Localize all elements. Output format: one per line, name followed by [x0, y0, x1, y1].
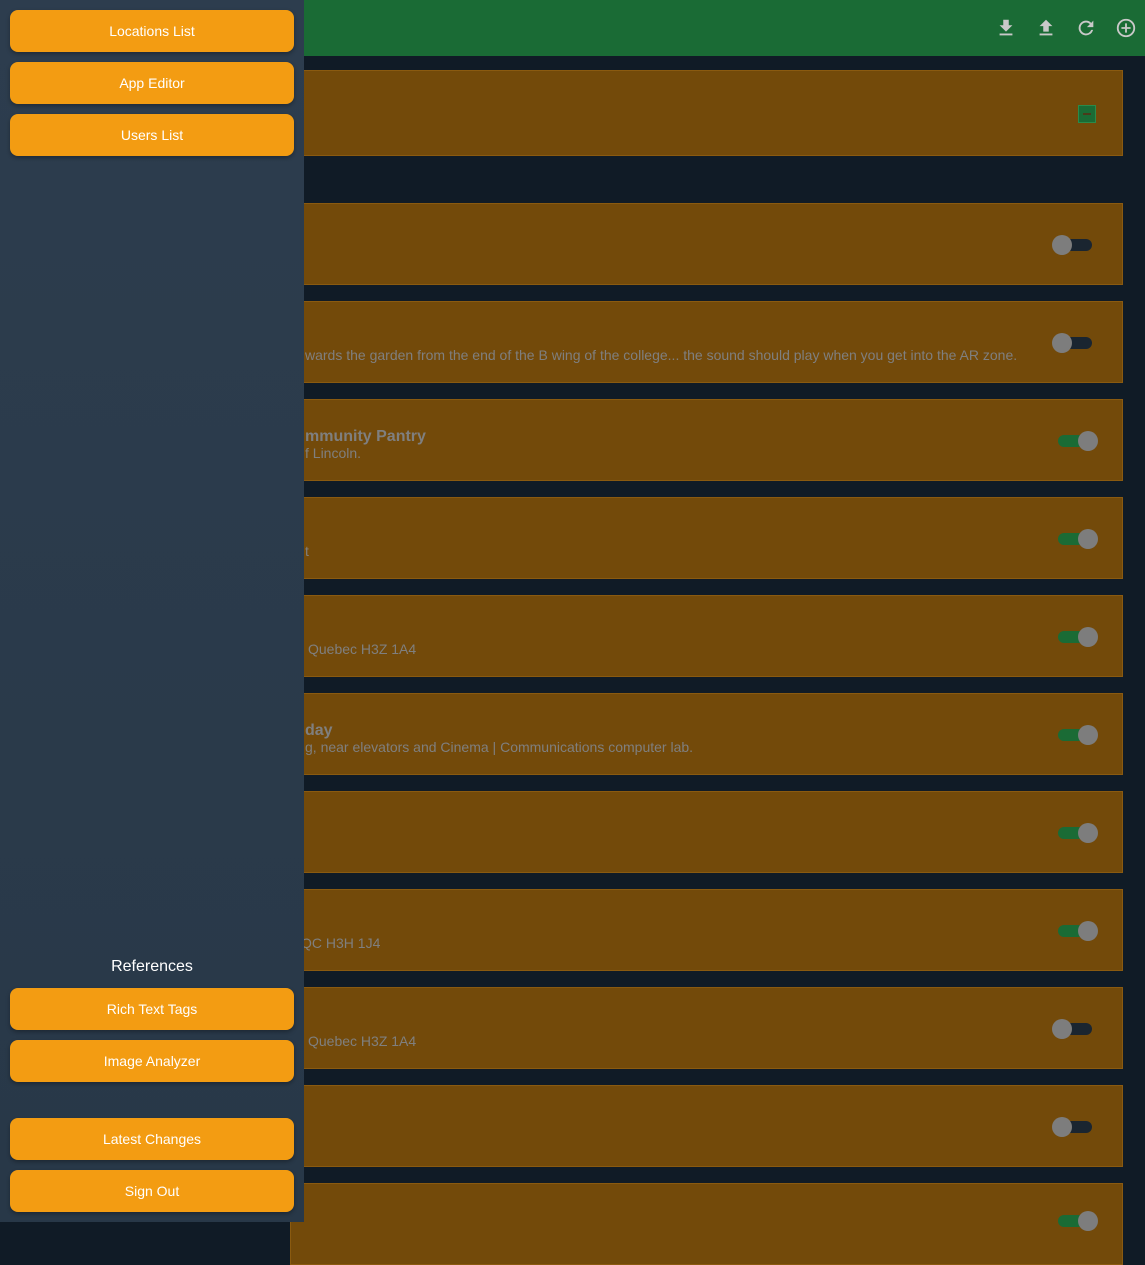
toggle-knob [1052, 235, 1072, 255]
list-item[interactable]: t [290, 497, 1123, 579]
latest-changes-button[interactable]: Latest Changes [10, 1118, 294, 1160]
enabled-toggle[interactable] [1058, 627, 1098, 647]
image-analyzer-button[interactable]: Image Analyzer [10, 1040, 294, 1082]
toggle-knob [1052, 1117, 1072, 1137]
toggle-knob [1078, 1211, 1098, 1231]
item-subtitle: Quebec H3Z 1A4 [308, 641, 417, 657]
list-item[interactable]: wards the garden from the end of the B w… [290, 301, 1123, 383]
item-title: day [305, 722, 333, 739]
enabled-toggle[interactable] [1058, 431, 1098, 451]
item-title: mmunity Pantry [305, 428, 426, 445]
users-list-button[interactable]: Users List [10, 114, 294, 156]
list-item[interactable]: Quebec H3Z 1A4 [290, 987, 1123, 1069]
item-subtitle: wards the garden from the end of the B w… [305, 347, 1018, 363]
toggle-knob [1078, 823, 1098, 843]
list-item[interactable] [290, 203, 1123, 285]
collapse-button[interactable] [1078, 105, 1096, 123]
toggle-knob [1078, 529, 1098, 549]
toggle-knob [1078, 627, 1098, 647]
rich-text-tags-button[interactable]: Rich Text Tags [10, 988, 294, 1030]
item-subtitle: t [305, 543, 309, 559]
navigation-drawer: Locations List App Editor Users List Ref… [0, 0, 304, 1222]
enabled-toggle[interactable] [1058, 725, 1098, 745]
list-item[interactable]: day g, near elevators and Cinema | Commu… [290, 693, 1123, 775]
enabled-toggle[interactable] [1052, 1117, 1092, 1137]
app-editor-button[interactable]: App Editor [10, 62, 294, 104]
sign-out-button[interactable]: Sign Out [10, 1170, 294, 1212]
list-item[interactable] [290, 1085, 1123, 1167]
item-subtitle: g, near elevators and Cinema | Communica… [305, 739, 694, 755]
toggle-knob [1078, 431, 1098, 451]
enabled-toggle[interactable] [1058, 823, 1098, 843]
enabled-toggle[interactable] [1058, 529, 1098, 549]
toggle-knob [1052, 1019, 1072, 1039]
list-item[interactable]: mmunity Pantry f Lincoln. [290, 399, 1123, 481]
references-heading: References [111, 958, 193, 975]
item-subtitle: QC H3H 1J4 [301, 935, 381, 951]
list-item[interactable]: Quebec H3Z 1A4 [290, 595, 1123, 677]
enabled-toggle[interactable] [1058, 1211, 1098, 1231]
enabled-toggle[interactable] [1058, 921, 1098, 941]
item-subtitle: f Lincoln. [305, 445, 362, 461]
header-card [290, 70, 1123, 156]
list-item[interactable] [290, 791, 1123, 873]
enabled-toggle[interactable] [1052, 1019, 1092, 1039]
enabled-toggle[interactable] [1052, 333, 1092, 353]
list-item[interactable] [290, 1183, 1123, 1265]
item-subtitle: Quebec H3Z 1A4 [308, 1033, 417, 1049]
list-item[interactable]: QC H3H 1J4 [290, 889, 1123, 971]
enabled-toggle[interactable] [1052, 235, 1092, 255]
locations-list-button[interactable]: Locations List [10, 10, 294, 52]
toggle-knob [1078, 921, 1098, 941]
toggle-knob [1052, 333, 1072, 353]
toggle-knob [1078, 725, 1098, 745]
